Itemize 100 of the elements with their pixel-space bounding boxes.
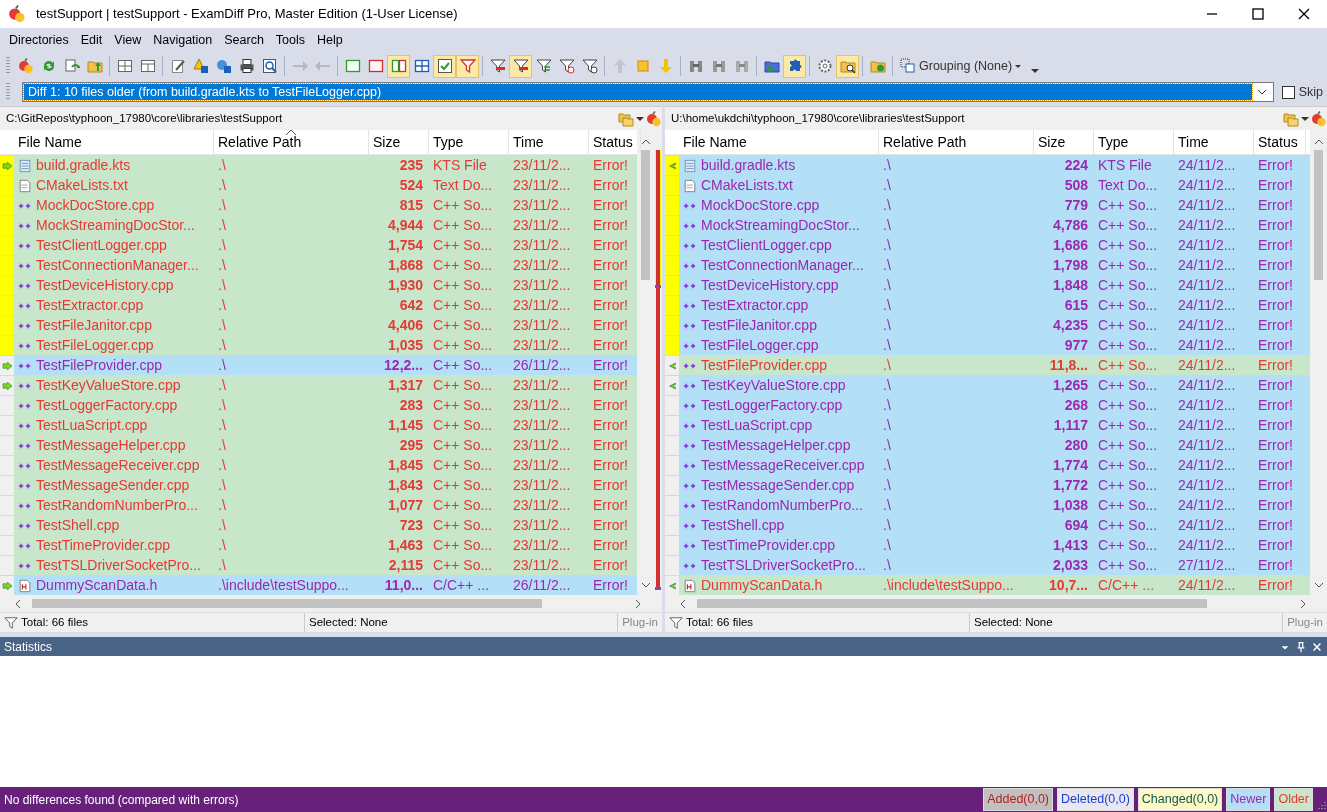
caret-icon[interactable] (636, 116, 644, 121)
diff-dropdown[interactable]: Diff 1: 10 files older (from build.gradle.kts to TestFileLogger.cpp) (22, 82, 1274, 102)
file-row[interactable]: TestMessageReceiver.cpp .\ 1,774 C++ So... 24/11/2... Error! (665, 455, 1310, 475)
file-row[interactable]: TestFileJanitor.cpp .\ 4,406 C++ So... 23/11/2... Error! (0, 315, 637, 335)
file-row[interactable]: TestKeyValueStore.cpp .\ 1,317 C++ So... 23/11/2... Error! (0, 375, 637, 395)
file-row[interactable]: MockStreamingDocStor... .\ 4,786 C++ So... 24/11/2... Error! (665, 215, 1310, 235)
pin-icon[interactable] (1295, 640, 1307, 653)
file-row[interactable]: MockStreamingDocStor... .\ 4,944 C++ So... 23/11/2... Error! (0, 215, 637, 235)
scrollbar-thumb[interactable] (697, 599, 1207, 608)
file-row[interactable]: TestKeyValueStore.cpp .\ 1,265 C++ So... 24/11/2... Error! (665, 375, 1310, 395)
file-row[interactable]: TestLuaScript.cpp .\ 1,145 C++ So... 23/11/2... Error! (0, 415, 637, 435)
file-row[interactable]: TestTSLDriverSocketPro... .\ 2,033 C++ So... 27/11/2... Error! (665, 555, 1310, 575)
file-row[interactable]: TestLoggerFactory.cpp .\ 268 C++ So... 24/11/2... Error! (665, 395, 1310, 415)
overflow-icon[interactable] (1031, 69, 1040, 73)
toolbar-button[interactable] (433, 54, 456, 78)
file-name: TestTimeProvider.cpp (36, 536, 171, 555)
fruit-icon[interactable] (1311, 110, 1327, 127)
file-row[interactable]: TestShell.cpp .\ 723 C++ So... 23/11/2... Error! (0, 515, 637, 535)
menu-item[interactable]: Edit (74, 28, 109, 52)
file-row[interactable]: TestMessageSender.cpp .\ 1,843 C++ So... 23/11/2... Error! (0, 475, 637, 495)
file-row[interactable]: TestClientLogger.cpp .\ 1,754 C++ So... 23/11/2... Error! (0, 235, 637, 255)
file-row[interactable]: TestFileLogger.cpp .\ 1,035 C++ So... 23/11/2... Error! (0, 335, 637, 355)
column-header[interactable]: Status (1254, 130, 1306, 154)
filter-icon (4, 615, 18, 630)
file-row[interactable]: TestFileProvider.cpp .\ 11,8... C++ So... 24/11/2... Error! (665, 355, 1310, 375)
column-header[interactable]: Time (1174, 130, 1254, 154)
file-row[interactable]: MockDocStore.cpp .\ 779 C++ So... 24/11/2... Error! (665, 195, 1310, 215)
skip-checkbox[interactable]: Skip (1281, 82, 1323, 102)
file-row[interactable]: TestDeviceHistory.cpp .\ 1,930 C++ So... 23/11/2... Error! (0, 275, 637, 295)
scrollbar-thumb[interactable] (32, 599, 542, 608)
file-row[interactable]: TestLuaScript.cpp .\ 1,117 C++ So... 24/11/2... Error! (665, 415, 1310, 435)
file-time: 24/11/2... (1177, 516, 1237, 535)
file-name: TestClientLogger.cpp (36, 236, 167, 255)
file-row[interactable]: TestTimeProvider.cpp .\ 1,413 C++ So... 24/11/2... Error! (665, 535, 1310, 555)
file-row[interactable]: TestFileJanitor.cpp .\ 4,235 C++ So... 24/11/2... Error! (665, 315, 1310, 335)
horizontal-scrollbar[interactable] (665, 595, 1327, 612)
file-row[interactable]: build.gradle.kts .\ 224 KTS File 24/11/2... Error! (665, 155, 1310, 175)
relative-path: .\ (882, 516, 892, 535)
grouping-dropdown[interactable]: Grouping (None) (896, 54, 1026, 78)
file-time: 24/11/2... (1177, 296, 1237, 315)
file-row[interactable]: DummyScanData.h .\include\testSuppo... 11,0... C/C++ ... 26/11/2... Error! (0, 575, 637, 595)
horizontal-scrollbar[interactable] (0, 595, 662, 612)
toolbar-button[interactable] (836, 54, 859, 78)
relative-path: .\ (882, 376, 892, 395)
file-row[interactable]: CMakeLists.txt .\ 524 Text Do... 23/11/2... Error! (0, 175, 637, 195)
column-header[interactable]: File Name (679, 130, 879, 154)
file-row[interactable]: TestConnectionManager... .\ 1,868 C++ So... 23/11/2... Error! (0, 255, 637, 275)
file-size: 283 (398, 396, 424, 415)
file-row[interactable]: TestClientLogger.cpp .\ 1,686 C++ So... 24/11/2... Error! (665, 235, 1310, 255)
file-row[interactable]: TestMessageHelper.cpp .\ 295 C++ So... 23/11/2... Error! (0, 435, 637, 455)
file-type: C++ So... (1097, 356, 1159, 375)
column-header[interactable]: Type (1094, 130, 1174, 154)
column-header[interactable]: Size (369, 130, 429, 154)
file-name: build.gradle.kts (36, 156, 131, 175)
menu-item[interactable]: Tools (269, 28, 312, 52)
file-row[interactable]: CMakeLists.txt .\ 508 Text Do... 24/11/2... Error! (665, 175, 1310, 195)
selection-status: Selected: None (309, 614, 388, 630)
file-row[interactable]: build.gradle.kts .\ 235 KTS File 23/11/2... Error! (0, 155, 637, 175)
file-row[interactable]: TestTSLDriverSocketPro... .\ 2,115 C++ So... 23/11/2... Error! (0, 555, 637, 575)
column-header[interactable]: Relative Path (879, 130, 1034, 154)
menu-item[interactable]: Help (311, 28, 349, 52)
file-time: 23/11/2... (512, 376, 572, 395)
column-header[interactable]: Size (1034, 130, 1094, 154)
file-row[interactable]: MockDocStore.cpp .\ 815 C++ So... 23/11/2... Error! (0, 195, 637, 215)
menu-item[interactable]: Directories (3, 28, 75, 52)
file-row[interactable]: TestConnectionManager... .\ 1,798 C++ So... 24/11/2... Error! (665, 255, 1310, 275)
file-name: CMakeLists.txt (36, 176, 128, 195)
file-row[interactable]: TestMessageReceiver.cpp .\ 1,845 C++ So... 23/11/2... Error! (0, 455, 637, 475)
file-status: Error! (1257, 436, 1294, 455)
menu-item[interactable]: Navigation (147, 28, 219, 52)
menu-item[interactable]: View (108, 28, 148, 52)
file-type: C++ So... (432, 496, 494, 515)
file-row[interactable]: TestRandomNumberPro... .\ 1,038 C++ So... 24/11/2... Error! (665, 495, 1310, 515)
file-row[interactable]: TestMessageHelper.cpp .\ 280 C++ So... 24/11/2... Error! (665, 435, 1310, 455)
fruit-icon[interactable] (646, 110, 662, 127)
file-row[interactable]: TestShell.cpp .\ 694 C++ So... 24/11/2... Error! (665, 515, 1310, 535)
scrollbar-thumb[interactable] (641, 150, 650, 280)
file-row[interactable]: DummyScanData.h .\include\testSuppo... 10,7... C/C++ ... 24/11/2... Error! (665, 575, 1310, 595)
column-header[interactable]: Time (509, 130, 589, 154)
file-size: 1,317 (386, 376, 424, 395)
file-row[interactable]: TestRandomNumberPro... .\ 1,077 C++ So... 23/11/2... Error! (0, 495, 637, 515)
scrollbar-thumb[interactable] (1314, 150, 1323, 280)
file-row[interactable]: TestExtractor.cpp .\ 642 C++ So... 23/11/2... Error! (0, 295, 637, 315)
file-time: 24/11/2... (1177, 176, 1237, 195)
file-row[interactable]: TestFileLogger.cpp .\ 977 C++ So... 24/11/2... Error! (665, 335, 1310, 355)
file-row[interactable]: TestFileProvider.cpp .\ 12,2... C++ So... 26/11/2... Error! (0, 355, 637, 375)
caret-icon[interactable] (1301, 116, 1309, 121)
toolbar-button[interactable] (509, 54, 532, 78)
column-header[interactable]: File Name (14, 130, 214, 154)
file-row[interactable]: TestLoggerFactory.cpp .\ 283 C++ So... 23/11/2... Error! (0, 395, 637, 415)
file-row[interactable]: TestMessageSender.cpp .\ 1,772 C++ So... 24/11/2... Error! (665, 475, 1310, 495)
file-row[interactable]: TestDeviceHistory.cpp .\ 1,848 C++ So... 24/11/2... Error! (665, 275, 1310, 295)
menu-item[interactable]: Search (218, 28, 270, 52)
column-header[interactable]: Relative Path (214, 130, 369, 154)
file-row[interactable]: TestExtractor.cpp .\ 615 C++ So... 24/11/2... Error! (665, 295, 1310, 315)
file-row[interactable]: TestTimeProvider.cpp .\ 1,463 C++ So... 23/11/2... Error! (0, 535, 637, 555)
close-icon[interactable] (1311, 640, 1323, 653)
file-name: TestMessageHelper.cpp (36, 436, 186, 455)
column-header[interactable]: Type (429, 130, 509, 154)
file-status: Error! (592, 336, 629, 355)
